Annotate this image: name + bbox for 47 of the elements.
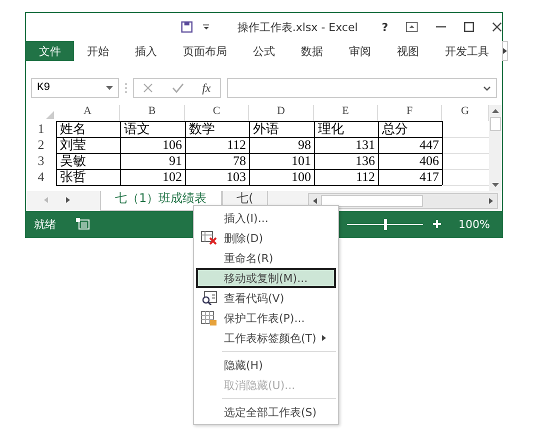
help-button[interactable]: ? xyxy=(382,20,388,34)
table-cell: 数学 xyxy=(185,121,250,138)
table-cell: 103 xyxy=(185,169,250,186)
ribbon-tab[interactable]: 页面布局 xyxy=(170,41,240,61)
menu-item[interactable]: 删除(D) xyxy=(196,228,336,248)
ribbon-tab[interactable]: 文件 xyxy=(26,41,74,61)
menu-item[interactable]: 插入(I)... xyxy=(196,208,336,228)
menu-item[interactable]: 隐藏(H) xyxy=(196,355,336,375)
ribbon-tab[interactable]: 开发工具 xyxy=(432,41,502,61)
column-header[interactable]: B xyxy=(120,105,185,121)
ribbon-tab[interactable]: 插入 xyxy=(122,41,170,61)
ribbon-tab[interactable]: 视图 xyxy=(384,41,432,61)
table-cell: 理化 xyxy=(314,121,379,138)
menu-item[interactable]: 重命名(R) xyxy=(196,248,336,268)
column-header[interactable]: A xyxy=(56,105,120,121)
window-title: 操作工作表.xlsx - Excel xyxy=(237,20,358,34)
menu-item[interactable]: 选定全部工作表(S) xyxy=(196,402,336,422)
ribbon-tab[interactable]: 数据 xyxy=(288,41,336,61)
column-header[interactable]: D xyxy=(249,105,314,121)
insert-function-button[interactable]: fx xyxy=(202,80,211,96)
name-box[interactable]: K9 xyxy=(31,78,119,98)
menu-item[interactable]: 工作表标签颜色(T) xyxy=(196,328,336,348)
status-text: 就绪 xyxy=(34,216,56,232)
table-cell: 100 xyxy=(249,169,315,186)
row-header[interactable]: 2 xyxy=(26,137,56,153)
table-cell: 姓名 xyxy=(56,121,121,138)
sheet-tab[interactable]: 七（1）班成绩表 xyxy=(100,191,222,211)
ribbon-tab[interactable]: 公式 xyxy=(240,41,288,61)
column-header[interactable]: F xyxy=(378,105,442,121)
table-cell: 总分 xyxy=(378,121,443,138)
zoom-level[interactable]: 100% xyxy=(458,218,490,230)
column-header[interactable]: C xyxy=(185,105,249,121)
table-cell: 112 xyxy=(314,169,379,186)
table-cell: 417 xyxy=(378,169,443,186)
ribbon-tab[interactable]: 开始 xyxy=(74,41,122,61)
table-cell: 102 xyxy=(120,169,186,186)
row-header[interactable]: 4 xyxy=(26,169,56,185)
table-cell: 外语 xyxy=(249,121,315,138)
menu-item[interactable]: 移动或复制(M)... xyxy=(196,268,336,288)
table-cell: 语文 xyxy=(120,121,186,138)
ribbon-tab[interactable]: 审阅 xyxy=(336,41,384,61)
row-header[interactable]: 3 xyxy=(26,153,56,169)
column-header[interactable]: E xyxy=(314,105,378,121)
menu-item[interactable]: 查看代码(V) xyxy=(196,288,336,308)
row-header[interactable]: 1 xyxy=(26,121,56,137)
table-cell: 张哲 xyxy=(56,169,121,186)
menu-item[interactable]: 保护工作表(P)... xyxy=(196,308,336,328)
